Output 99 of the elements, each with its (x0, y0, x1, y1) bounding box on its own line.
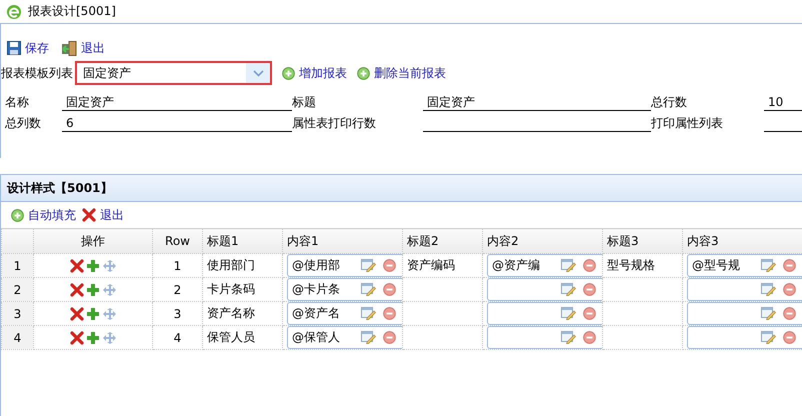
edit-icon[interactable] (361, 331, 376, 344)
close-icon (70, 282, 84, 297)
remove-icon[interactable] (783, 259, 796, 272)
plus-circle-icon (282, 66, 295, 80)
content-field[interactable] (687, 326, 802, 348)
field-label: 总列数 (5, 115, 42, 132)
move-icon[interactable] (102, 306, 116, 321)
remove-icon[interactable] (383, 259, 396, 272)
auto-fill-button[interactable]: 自动填充 (11, 206, 76, 224)
window-title: 报表设计[5001] (28, 3, 116, 20)
column-header[interactable]: 内容1 (282, 228, 402, 254)
column-header[interactable]: 内容3 (682, 228, 802, 254)
door-icon (61, 40, 77, 56)
field-label: 总行数 (651, 94, 688, 111)
content-field[interactable] (487, 278, 602, 300)
template-dropdown[interactable]: 固定资产 (75, 61, 272, 85)
header-corner (2, 228, 34, 254)
table-cell: 使用部门 (202, 254, 282, 278)
remove-icon[interactable] (783, 331, 796, 344)
column-header[interactable]: Row (152, 228, 202, 254)
edit-icon[interactable] (361, 283, 376, 296)
close-icon (70, 258, 84, 273)
close-icon (70, 330, 84, 345)
move-icon[interactable] (102, 330, 116, 345)
chevron-down-icon (252, 70, 264, 76)
edit-icon[interactable] (561, 331, 576, 344)
field-label: 属性表打印行数 (292, 115, 377, 132)
save-button[interactable]: 保存 (7, 40, 49, 56)
remove-icon[interactable] (783, 283, 796, 296)
row-number: 3 (2, 302, 34, 326)
exit-button[interactable]: 退出 (82, 206, 124, 224)
content-field[interactable] (487, 326, 602, 348)
table-cell: 型号规格 (602, 254, 682, 278)
template-label: 报表模板列表 (1, 64, 73, 82)
plus-icon[interactable] (86, 258, 100, 273)
plus-circle-icon (11, 208, 24, 222)
move-icon[interactable] (102, 282, 116, 297)
content-field[interactable] (487, 302, 602, 324)
plus-icon[interactable] (86, 306, 100, 321)
content-field[interactable]: @保管人 (287, 326, 402, 348)
remove-icon[interactable] (583, 283, 596, 296)
content-field[interactable]: @使用部 (287, 254, 402, 276)
remove-icon[interactable] (383, 283, 396, 296)
field-label: 名称 (5, 94, 30, 111)
remove-icon[interactable] (783, 307, 796, 320)
content-field[interactable]: @卡片条 (287, 278, 402, 300)
column-header[interactable]: 操作 (34, 228, 152, 254)
close-icon (70, 306, 84, 321)
plus-circle-icon (357, 66, 370, 80)
column-header[interactable]: 标题3 (602, 228, 682, 254)
input-field[interactable]: 固定资产 (62, 94, 292, 111)
exit-button[interactable]: 退出 (61, 40, 105, 56)
remove-icon[interactable] (383, 331, 396, 344)
table-cell: 1 (152, 254, 202, 278)
plus-icon[interactable] (86, 330, 100, 345)
input-field[interactable]: 6 (62, 115, 292, 132)
move-icon[interactable] (102, 258, 116, 273)
panel-title: 设计样式【5001】 (7, 180, 112, 196)
close-icon (82, 208, 96, 222)
column-header[interactable]: 内容2 (482, 228, 602, 254)
content-field[interactable] (687, 278, 802, 300)
edit-icon[interactable] (361, 259, 376, 272)
table-cell: 资产名称 (202, 302, 282, 326)
edit-icon[interactable] (761, 259, 776, 272)
edit-icon[interactable] (761, 331, 776, 344)
report-action-button[interactable]: 增加报表 (282, 64, 347, 82)
edit-icon[interactable] (761, 307, 776, 320)
table-cell: 4 (152, 326, 202, 350)
remove-icon[interactable] (583, 259, 596, 272)
table-cell: 保管人员 (202, 326, 282, 350)
edit-icon[interactable] (561, 259, 576, 272)
content-field[interactable]: @资产名 (287, 302, 402, 324)
table-cell: 2 (152, 278, 202, 302)
plus-icon[interactable] (86, 282, 100, 297)
edit-icon[interactable] (561, 283, 576, 296)
remove-icon[interactable] (583, 307, 596, 320)
edit-icon[interactable] (761, 283, 776, 296)
input-field[interactable]: 固定资产 (423, 94, 651, 111)
row-number: 1 (2, 254, 34, 278)
table-cell: 卡片条码 (202, 278, 282, 302)
content-field[interactable] (687, 302, 802, 324)
browser-icon (6, 4, 22, 20)
edit-icon[interactable] (561, 307, 576, 320)
content-field[interactable]: @资产编 (487, 254, 602, 276)
column-header[interactable]: 标题1 (202, 228, 282, 254)
remove-icon[interactable] (383, 307, 396, 320)
content-field[interactable]: @型号规 (687, 254, 802, 276)
field-label: 标题 (292, 94, 317, 111)
field-label: 打印属性列表 (651, 115, 724, 132)
save-icon (7, 41, 21, 55)
edit-icon[interactable] (361, 307, 376, 320)
row-number: 2 (2, 278, 34, 302)
row-number: 4 (2, 326, 34, 350)
remove-icon[interactable] (583, 331, 596, 344)
input-field[interactable]: 10 (764, 94, 802, 111)
table-cell: 资产编码 (402, 254, 482, 278)
table-cell: 3 (152, 302, 202, 326)
report-action-button[interactable]: 删除当前报表 (357, 64, 446, 82)
column-header[interactable]: 标题2 (402, 228, 482, 254)
